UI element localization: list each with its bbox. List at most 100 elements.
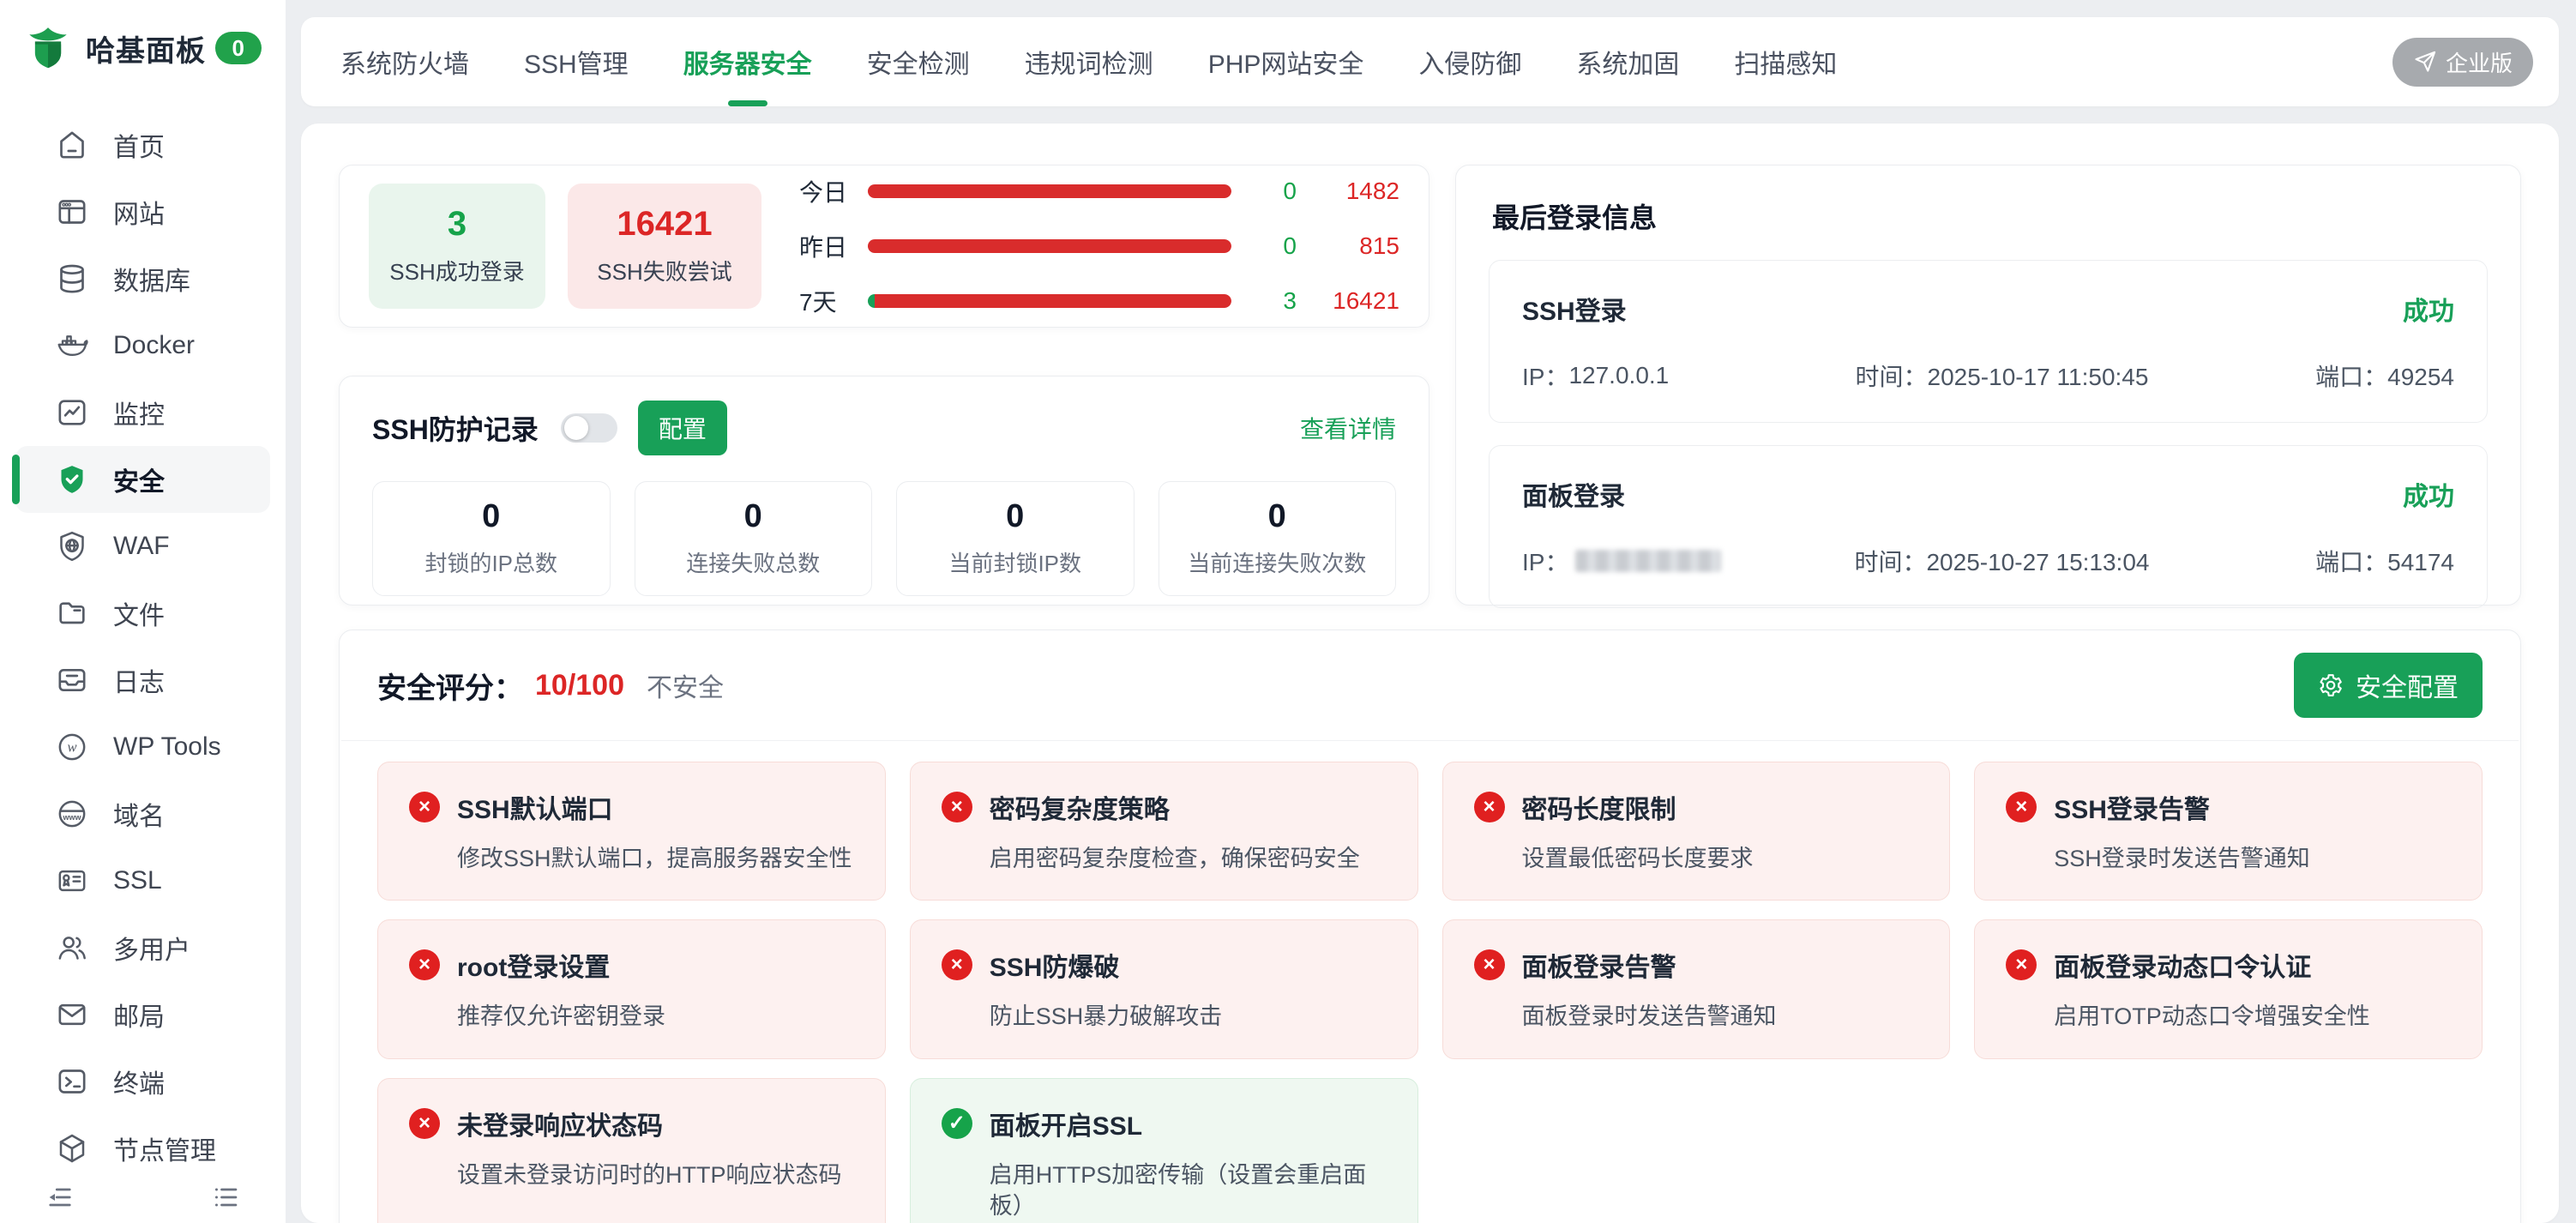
issue-panel-ssl[interactable]: ✓面板开启SSL 启用HTTPS加密传输（设置会重启面板） <box>910 1078 1418 1223</box>
tab-banned-words[interactable]: 违规词检测 <box>997 17 1181 106</box>
bar-track <box>868 184 1231 198</box>
sidebar-item-label: 域名 <box>113 795 165 833</box>
sidebar-item-terminal[interactable]: 终端 <box>15 1048 270 1115</box>
security-config-label: 安全配置 <box>2356 666 2459 704</box>
ip-label: IP： <box>1522 358 1568 393</box>
sidebar-item-label: Docker <box>113 331 195 360</box>
sidebar-item-wp-tools[interactable]: WP Tools <box>15 714 270 780</box>
issue-ssh-default-port[interactable]: ×SSH默认端口 修改SSH默认端口，提高服务器安全性 <box>377 762 886 901</box>
issue-title: 未登录响应状态码 <box>457 1105 663 1142</box>
website-icon <box>55 195 89 229</box>
tab-system-firewall[interactable]: 系统防火墙 <box>313 17 497 106</box>
sidebar-item-files[interactable]: 文件 <box>15 580 270 647</box>
issue-title: 密码复杂度策略 <box>990 788 1170 826</box>
bar-label: 昨日 <box>799 229 868 263</box>
issue-password-length[interactable]: ×密码长度限制 设置最低密码长度要求 <box>1442 762 1951 901</box>
tab-ssh-management[interactable]: SSH管理 <box>497 17 656 106</box>
status-x-icon: × <box>2006 792 2037 822</box>
sidebar-item-docker[interactable]: Docker <box>15 312 270 379</box>
security-score-label: 安全评分： <box>377 665 523 707</box>
tab-system-hardening[interactable]: 系统加固 <box>1549 17 1706 106</box>
waf-shield-icon <box>55 529 89 563</box>
sidebar-item-label: 多用户 <box>113 929 190 967</box>
collapse-sidebar-icon[interactable] <box>45 1182 75 1213</box>
tab-intrusion-defense[interactable]: 入侵防御 <box>1391 17 1549 106</box>
issue-panel-login-alert[interactable]: ×面板登录告警 面板登录时发送告警通知 <box>1442 919 1951 1058</box>
stat-label: 当前连接失败次数 <box>1188 546 1366 578</box>
issue-ssh-brute-force[interactable]: ×SSH防爆破 防止SSH暴力破解攻击 <box>910 919 1418 1058</box>
configure-button[interactable]: 配置 <box>638 401 727 455</box>
sidebar-item-node-management[interactable]: 节点管理 <box>15 1115 270 1182</box>
sidebar-item-monitor[interactable]: 监控 <box>15 379 270 446</box>
bar-fail-segment <box>875 294 1231 308</box>
bar-fail-segment <box>868 184 1231 198</box>
bar-label: 今日 <box>799 174 868 208</box>
issue-password-complexity[interactable]: ×密码复杂度策略 启用密码复杂度检查，确保密码安全 <box>910 762 1418 901</box>
login-ip: IP： <box>1522 544 1824 578</box>
issue-ssh-login-alert[interactable]: ×SSH登录告警 SSH登录时发送告警通知 <box>1974 762 2483 901</box>
tab-security-detection[interactable]: 安全检测 <box>840 17 997 106</box>
status-x-icon: × <box>2006 949 2037 980</box>
ssh-success-stat: 3 SSH成功登录 <box>369 184 545 309</box>
stat-current-blocked-ip: 0 当前封锁IP数 <box>896 481 1135 596</box>
ssh-success-label: SSH成功登录 <box>389 255 524 286</box>
security-score-value: 10/100 <box>535 669 624 702</box>
sidebar-item-website[interactable]: 网站 <box>15 178 270 245</box>
menu-list-icon[interactable] <box>210 1182 241 1213</box>
issue-description: 设置未登录访问时的HTTP响应状态码 <box>457 1160 854 1190</box>
sidebar-item-label: WAF <box>113 532 170 561</box>
issue-unauth-status-code[interactable]: × 未登录响应状态码 设置未登录访问时的HTTP响应状态码 <box>377 1078 886 1223</box>
content-panel: 3 SSH成功登录 16421 SSH失败尝试 今日 0 <box>301 124 2559 1223</box>
bar-track <box>868 294 1231 308</box>
ssh-trend-bars: 今日 0 1482 昨日 0 815 <box>799 174 1399 318</box>
sidebar-item-mail[interactable]: 邮局 <box>15 981 270 1048</box>
tab-php-site-security[interactable]: PHP网站安全 <box>1181 17 1392 106</box>
sidebar-item-logs[interactable]: 日志 <box>15 647 270 714</box>
sidebar-item-database[interactable]: 数据库 <box>15 245 270 312</box>
bar-row-7days: 7天 3 16421 <box>799 284 1399 318</box>
issue-description: 推荐仅允许密钥登录 <box>457 1001 854 1032</box>
ssh-fail-value: 16421 <box>617 207 712 241</box>
sidebar-item-waf[interactable]: WAF <box>15 513 270 580</box>
edition-badge[interactable]: 企业版 <box>2392 38 2533 87</box>
tab-server-security[interactable]: 服务器安全 <box>656 17 840 106</box>
security-issues-grid: ×SSH默认端口 修改SSH默认端口，提高服务器安全性 ×密码复杂度策略 启用密… <box>340 741 2520 1223</box>
issue-root-login[interactable]: ×root登录设置 推荐仅允许密钥登录 <box>377 919 886 1058</box>
ssh-login-entry: SSH登录 成功 IP：127.0.0.1 时间：2025-10-17 11:5… <box>1489 260 2488 423</box>
stat-label: 连接失败总数 <box>686 546 820 578</box>
issue-panel-totp[interactable]: ×面板登录动态口令认证 启用TOTP动态口令增强安全性 <box>1974 919 2483 1058</box>
status-x-icon: × <box>942 949 972 980</box>
tab-scan-awareness[interactable]: 扫描感知 <box>1706 17 1864 106</box>
app-root: 哈基面板 0 首页 网站 数据库 Docker 监控 <box>0 0 2576 1223</box>
home-icon <box>55 128 89 162</box>
database-icon <box>55 262 89 296</box>
status-x-icon: × <box>1474 792 1505 822</box>
view-details-link[interactable]: 查看详情 <box>1300 411 1396 445</box>
stat-failed-conn-total: 0 连接失败总数 <box>635 481 873 596</box>
redacted-ip-block <box>1575 550 1721 572</box>
bar-success-count: 0 <box>1249 232 1297 260</box>
notification-badge[interactable]: 0 <box>215 32 262 64</box>
ip-value: 127.0.0.1 <box>1568 362 1669 389</box>
security-config-button[interactable]: 安全配置 <box>2294 653 2483 718</box>
ssh-overview-card: 3 SSH成功登录 16421 SSH失败尝试 今日 0 <box>339 165 1429 328</box>
sidebar-item-security[interactable]: 安全 <box>15 446 270 513</box>
login-status-badge: 成功 <box>2403 290 2454 328</box>
sidebar-item-domain[interactable]: 域名 <box>15 780 270 847</box>
last-login-title: 最后登录信息 <box>1492 196 2488 236</box>
docker-icon <box>55 328 89 363</box>
certificate-icon <box>55 864 89 898</box>
sidebar-item-multi-user[interactable]: 多用户 <box>15 914 270 981</box>
status-x-icon: × <box>942 792 972 822</box>
bar-success-count: 3 <box>1249 287 1297 315</box>
ssh-protection-toggle[interactable] <box>561 413 617 443</box>
security-shield-icon <box>55 462 89 497</box>
folder-icon <box>55 596 89 630</box>
sidebar-item-home[interactable]: 首页 <box>15 111 270 178</box>
bar-row-yesterday: 昨日 0 815 <box>799 229 1399 263</box>
status-x-icon: × <box>409 1108 440 1139</box>
status-check-icon: ✓ <box>942 1108 972 1139</box>
sidebar-item-ssl[interactable]: SSL <box>15 847 270 914</box>
issue-title: SSH默认端口 <box>457 788 613 826</box>
stat-label: 封锁的IP总数 <box>424 546 557 578</box>
